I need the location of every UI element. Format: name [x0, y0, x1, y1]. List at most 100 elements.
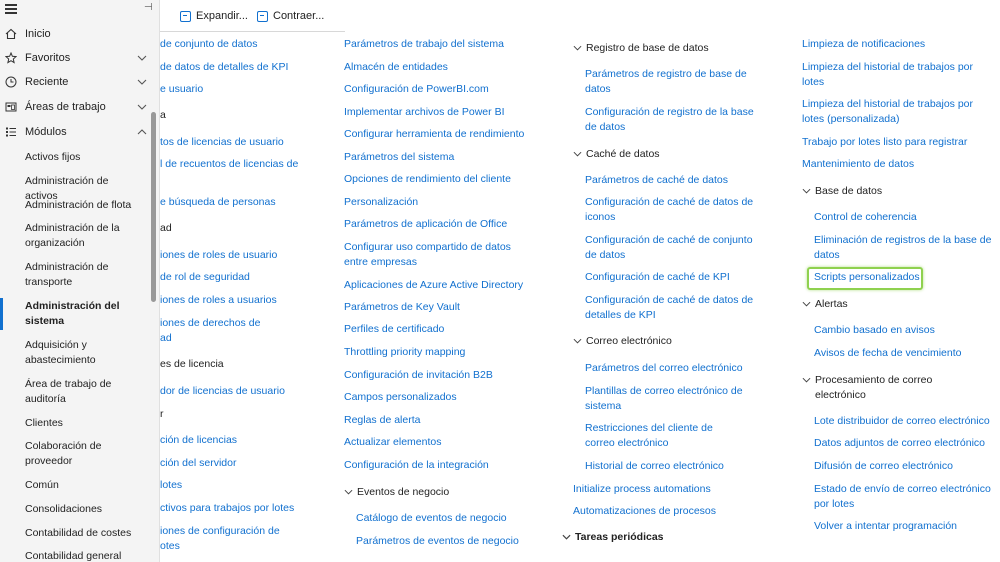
group-database-log[interactable]: Registro de base de datos: [573, 41, 709, 56]
module-item[interactable]: Colaboración de proveedor: [0, 439, 150, 469]
group-data-cache[interactable]: Caché de datos: [573, 147, 660, 162]
col2-link[interactable]: Almacén de entidades: [344, 60, 448, 75]
module-item[interactable]: Administración de la organización: [0, 221, 150, 251]
nav-favorites[interactable]: Favoritos: [0, 46, 155, 70]
module-item[interactable]: Contabilidad general: [0, 549, 150, 562]
nav-home[interactable]: Inicio: [0, 22, 155, 46]
pin-icon[interactable]: ⊣: [144, 2, 153, 13]
collapse-button[interactable]: Contraer...: [257, 10, 324, 22]
chevron-down-icon[interactable]: [135, 102, 149, 112]
col1-link[interactable]: e búsqueda de personas: [160, 195, 276, 210]
col4-link[interactable]: Estado de envío de correo electrónico po…: [814, 482, 994, 512]
col1-link[interactable]: l de recuentos de licencias de: [160, 157, 298, 172]
col4-link[interactable]: Avisos de fecha de vencimiento: [814, 346, 961, 361]
module-item[interactable]: Clientes: [0, 416, 150, 431]
nav-modules[interactable]: Módulos: [0, 120, 155, 144]
col3-link[interactable]: Automatizaciones de procesos: [573, 504, 716, 519]
col4-link[interactable]: Eliminación de registros de la base de d…: [814, 233, 994, 263]
col3-link[interactable]: Parámetros de caché de datos: [585, 173, 728, 188]
module-item[interactable]: Activos fijos: [0, 150, 150, 165]
col3-link[interactable]: Configuración de caché de conjunto de da…: [585, 233, 755, 263]
col2-link[interactable]: Parámetros del sistema: [344, 150, 454, 165]
col2-link[interactable]: Configurar uso compartido de datos entre…: [344, 240, 534, 270]
nav-workspaces[interactable]: Áreas de trabajo: [0, 95, 155, 119]
module-item[interactable]: Adquisición y abastecimiento: [0, 338, 150, 368]
hamburger-menu-icon[interactable]: [5, 4, 17, 14]
module-item[interactable]: Administración de flota: [0, 198, 150, 213]
col1-link[interactable]: iones de configuración de: [160, 524, 280, 539]
col2-link[interactable]: Perfiles de certificado: [344, 322, 444, 337]
module-item[interactable]: Contabilidad de costes: [0, 526, 150, 541]
module-item[interactable]: Consolidaciones: [0, 502, 150, 517]
col4-link[interactable]: Trabajo por lotes listo para registrar: [802, 135, 967, 150]
module-item-active[interactable]: Administración del sistema: [0, 299, 150, 329]
col3-link[interactable]: Parámetros del correo electrónico: [585, 361, 743, 376]
col1-link[interactable]: de datos de detalles de KPI: [160, 60, 288, 75]
col4-link[interactable]: Limpieza del historial de trabajos por l…: [802, 60, 977, 90]
col3-link[interactable]: Initialize process automations: [573, 482, 711, 497]
group-alerts[interactable]: Alertas: [802, 297, 848, 312]
col2-link[interactable]: Personalización: [344, 195, 418, 210]
col2-link[interactable]: Aplicaciones de Azure Active Directory: [344, 278, 523, 293]
col1-link[interactable]: tos de licencias de usuario: [160, 135, 284, 150]
module-item[interactable]: Común: [0, 478, 150, 493]
col1-link[interactable]: de rol de seguridad: [160, 270, 250, 285]
col4-link[interactable]: Mantenimiento de datos: [802, 157, 914, 172]
col1-link[interactable]: dor de licencias de usuario: [160, 384, 285, 399]
nav-recent[interactable]: Reciente: [0, 70, 155, 94]
col3-link[interactable]: Parámetros de registro de base de datos: [585, 67, 755, 97]
col2-link[interactable]: Throttling priority mapping: [344, 345, 465, 360]
module-item[interactable]: Área de trabajo de auditoría: [0, 377, 150, 407]
col2-link[interactable]: Configurar herramienta de rendimiento: [344, 127, 524, 142]
col1-link[interactable]: lotes: [160, 478, 182, 493]
col1-link[interactable]: ción de licencias: [160, 433, 237, 448]
col2-link[interactable]: Opciones de rendimiento del cliente: [344, 172, 511, 187]
custom-scripts-link[interactable]: Scripts personalizados: [814, 270, 920, 285]
col2-link[interactable]: Parámetros de aplicación de Office: [344, 217, 507, 232]
col4-link[interactable]: Datos adjuntos de correo electrónico: [814, 436, 985, 451]
col3-link[interactable]: Configuración de caché de datos de detal…: [585, 293, 755, 323]
col1-link[interactable]: de conjunto de datos: [160, 37, 258, 52]
col2-link[interactable]: Campos personalizados: [344, 390, 457, 405]
col4-link[interactable]: Difusión de correo electrónico: [814, 459, 953, 474]
col3-link[interactable]: Configuración de caché de datos de icono…: [585, 195, 755, 225]
col4-link[interactable]: Cambio basado en avisos: [814, 323, 935, 338]
group-periodic-tasks[interactable]: Tareas periódicas: [562, 530, 664, 545]
module-item[interactable]: Administración de transporte: [0, 260, 150, 290]
col4-link[interactable]: Volver a intentar programación: [814, 519, 957, 534]
col4-link[interactable]: Control de coherencia: [814, 210, 917, 225]
col1-link[interactable]: ctivos para trabajos por lotes: [160, 501, 294, 516]
col3-link[interactable]: Configuración de caché de KPI: [585, 270, 730, 285]
col2-link[interactable]: Actualizar elementos: [344, 435, 441, 450]
group-email-processing[interactable]: Procesamiento de correo electrónico: [802, 373, 942, 403]
col2-link[interactable]: Reglas de alerta: [344, 413, 420, 428]
col1-link[interactable]: ción del servidor: [160, 456, 236, 471]
col1-link[interactable]: otes: [160, 539, 180, 554]
col4-link[interactable]: Limpieza de notificaciones: [802, 37, 925, 52]
col2-link[interactable]: Configuración de invitación B2B: [344, 368, 493, 383]
col1-link[interactable]: iones de derechos de: [160, 316, 260, 331]
chevron-down-icon[interactable]: [135, 53, 149, 63]
col2-link[interactable]: Parámetros de Key Vault: [344, 300, 460, 315]
col2-link[interactable]: Configuración de la integración: [344, 458, 489, 473]
col1-link[interactable]: iones de roles a usuarios: [160, 293, 277, 308]
col1-link[interactable]: e usuario: [160, 82, 203, 97]
group-database[interactable]: Base de datos: [802, 184, 882, 199]
expand-button[interactable]: Expandir...: [180, 10, 248, 22]
group-business-events[interactable]: Eventos de negocio: [344, 485, 449, 500]
col2-link[interactable]: Configuración de PowerBI.com: [344, 82, 489, 97]
col4-link[interactable]: Limpieza del historial de trabajos por l…: [802, 97, 977, 127]
chevron-up-icon[interactable]: [135, 127, 149, 137]
col3-link[interactable]: Configuración de registro de la base de …: [585, 105, 755, 135]
sidebar-scrollbar[interactable]: [151, 112, 156, 302]
col1-link[interactable]: iones de roles de usuario: [160, 248, 277, 263]
col2-link[interactable]: Implementar archivos de Power BI: [344, 105, 504, 120]
col2-group-link[interactable]: Catálogo de eventos de negocio: [356, 511, 507, 526]
col1-link[interactable]: ad: [160, 331, 172, 346]
col4-link[interactable]: Lote distribuidor de correo electrónico: [814, 414, 990, 429]
col2-link[interactable]: Parámetros de trabajo del sistema: [344, 37, 504, 52]
col3-link[interactable]: Historial de correo electrónico: [585, 459, 724, 474]
group-email[interactable]: Correo electrónico: [573, 334, 672, 349]
col2-group-link[interactable]: Parámetros de eventos de negocio: [356, 534, 519, 549]
col3-link[interactable]: Restricciones del cliente de correo elec…: [585, 421, 745, 451]
